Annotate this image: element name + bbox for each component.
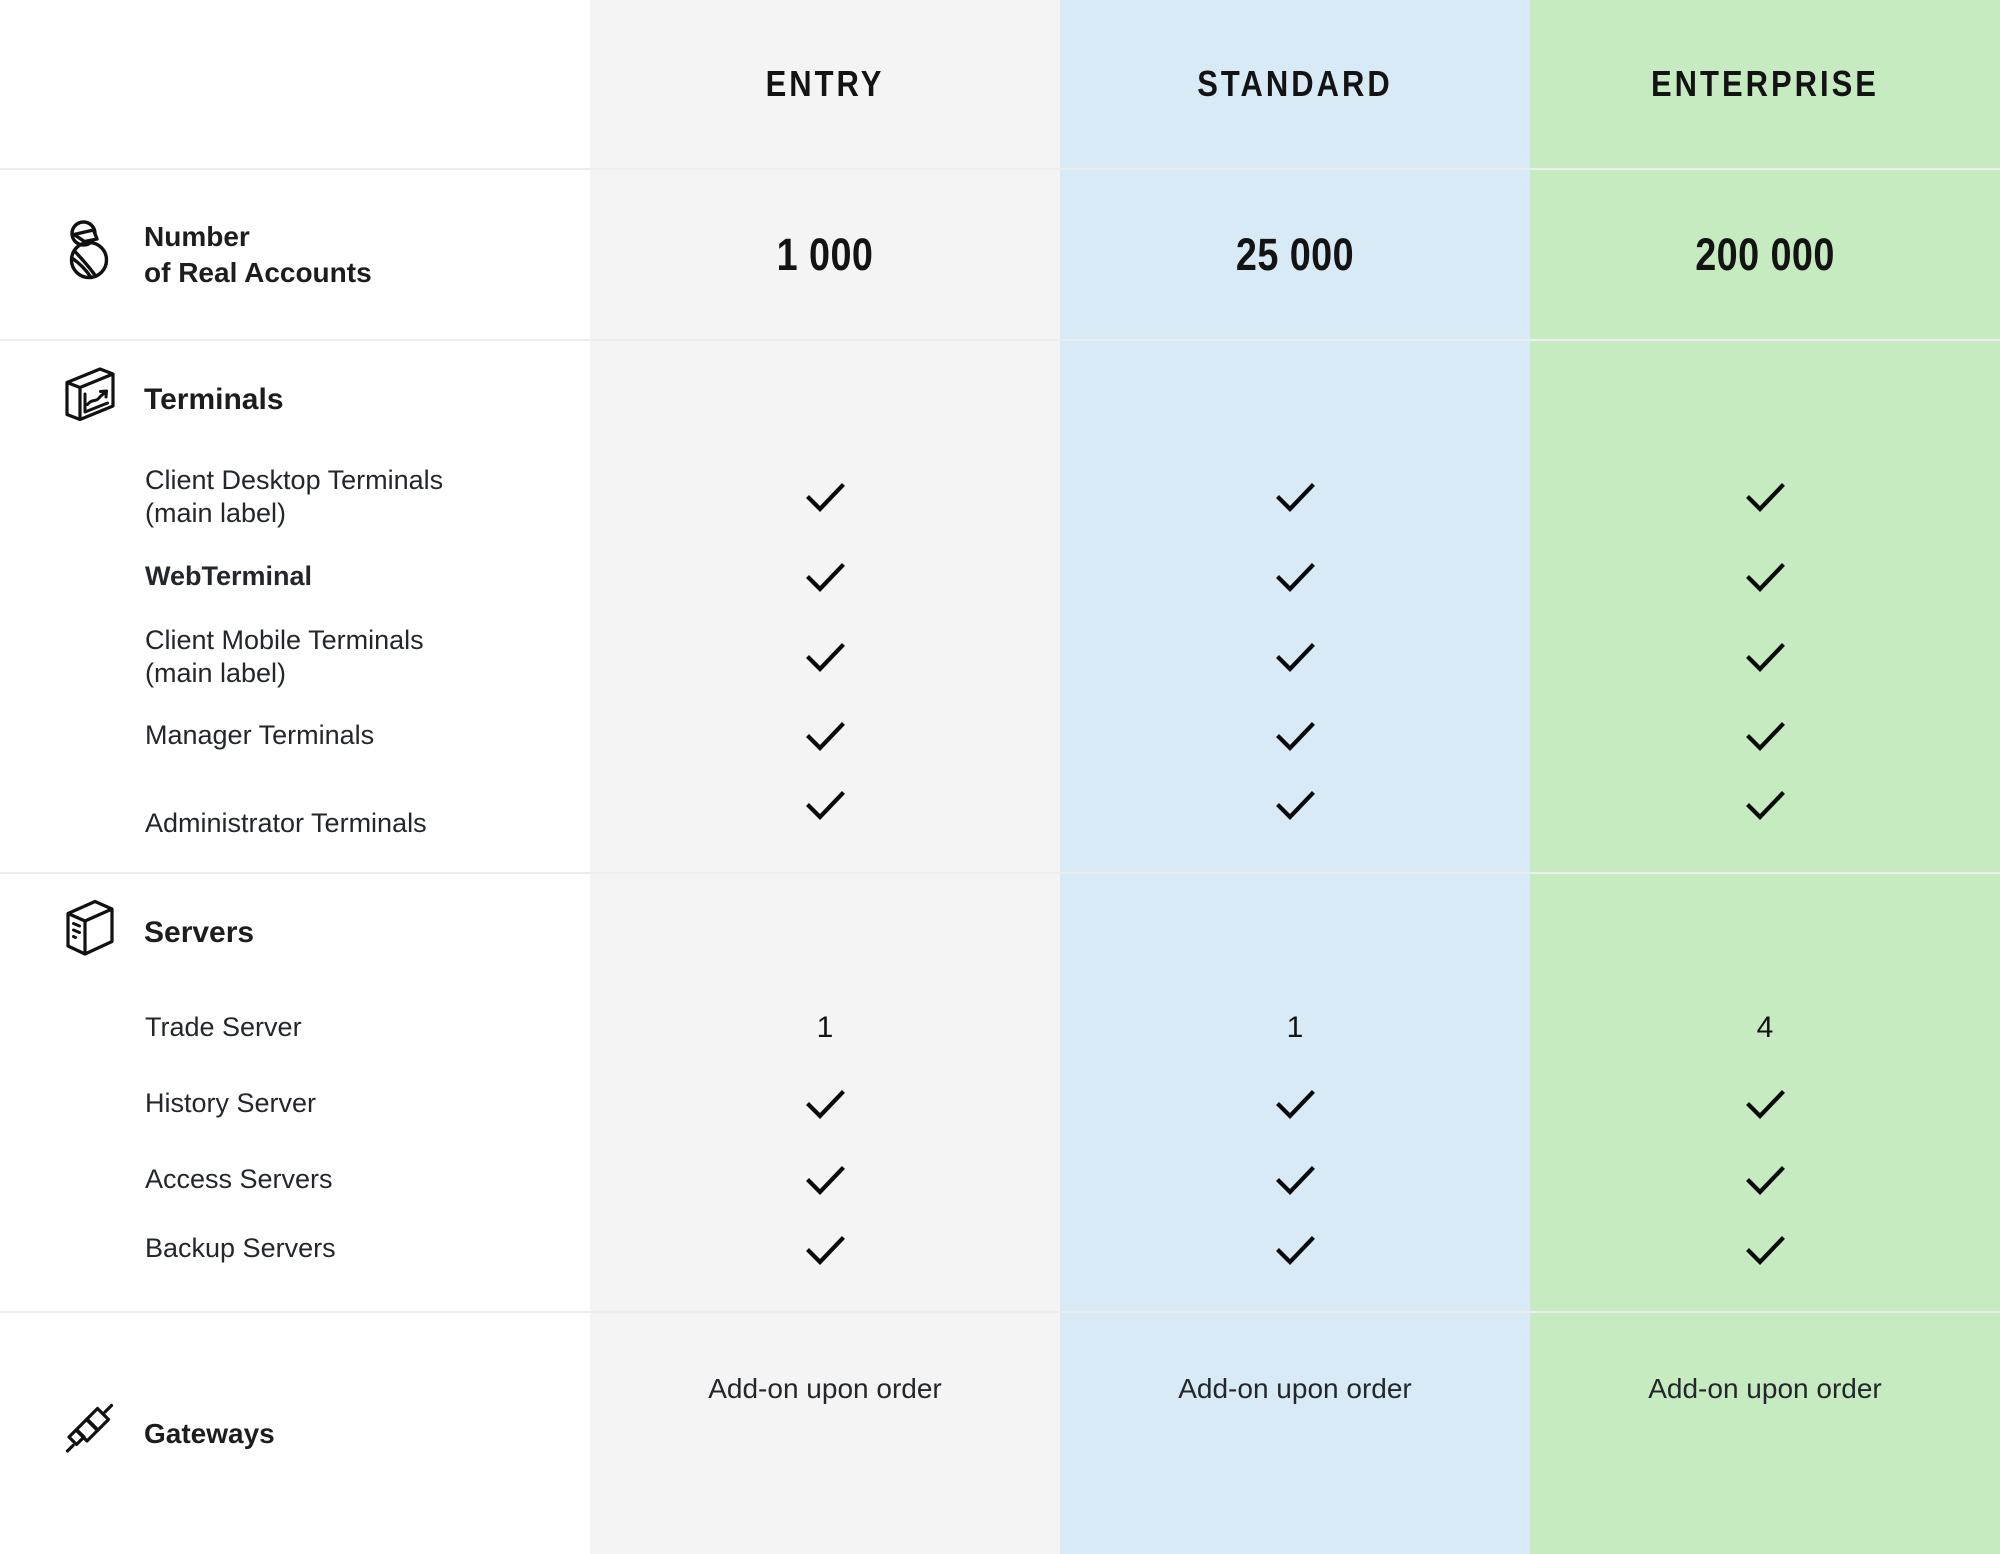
cell-webterminal-entry — [590, 537, 1060, 617]
cell-client-mobile-terminals-entry — [590, 617, 1060, 697]
cell-history-server-entry — [590, 1066, 1060, 1142]
table-row: History Server — [0, 1066, 2000, 1142]
table-row: Trade Server 1 1 4 — [0, 990, 2000, 1066]
group-header-spacer-entry — [590, 874, 1060, 990]
cell-trade-server-enterprise: 4 — [1756, 1011, 1774, 1044]
feature-label-number-of-real-accounts: Number of Real Accounts — [0, 170, 590, 339]
group-header-spacer-enterprise — [1530, 341, 2000, 457]
account-icon — [62, 220, 118, 289]
value-accounts-entry: 1 000 — [776, 228, 874, 280]
cell-client-desktop-terminals-entry — [590, 457, 1060, 537]
feature-title-text: Gateways — [144, 1417, 275, 1449]
cell-administrator-terminals-enterprise — [1530, 775, 2000, 872]
group-header-servers: Servers — [0, 872, 2000, 990]
cell-client-desktop-terminals-standard — [1060, 457, 1530, 537]
row-label-backup-servers: Backup Servers — [145, 1233, 336, 1263]
cell-manager-terminals-standard — [1060, 697, 1530, 775]
terminal-window-icon — [62, 365, 118, 433]
cell-backup-servers-enterprise — [1530, 1218, 2000, 1311]
row-label-history-server: History Server — [145, 1088, 317, 1119]
cell-access-servers-standard — [1060, 1142, 1530, 1218]
cell-webterminal-enterprise — [1530, 537, 2000, 617]
table-row: Client Mobile Terminals (main label) — [0, 617, 2000, 697]
cell-access-servers-entry — [590, 1142, 1060, 1218]
row-label-access-servers: Access Servers — [145, 1164, 333, 1195]
group-label-terminals: Terminals — [0, 341, 590, 457]
cell-administrator-terminals-standard — [1060, 775, 1530, 872]
cell-manager-terminals-enterprise — [1530, 697, 2000, 775]
cell-gateways-entry: Add-on upon order — [708, 1373, 942, 1404]
table-row: Backup Servers — [0, 1218, 2000, 1311]
value-accounts-standard: 25 000 — [1235, 228, 1355, 280]
row-label-webterminal: WebTerminal — [145, 561, 313, 592]
column-header-enterprise[interactable]: ENTERPRISE — [1563, 0, 1967, 168]
cell-client-mobile-terminals-standard — [1060, 617, 1530, 697]
group-header-terminals: Terminals — [0, 339, 2000, 457]
table-rows: ENTRY STANDARD ENTERPRISE Number of Real… — [0, 0, 2000, 1554]
cell-trade-server-entry: 1 — [816, 1011, 834, 1044]
group-title-text: Terminals — [144, 383, 284, 416]
row-label-administrator-terminals: Administrator Terminals — [145, 807, 427, 838]
cell-history-server-standard — [1060, 1066, 1530, 1142]
table-row: WebTerminal — [0, 537, 2000, 617]
cell-gateways-standard: Add-on upon order — [1178, 1373, 1412, 1404]
group-label-servers: Servers — [0, 874, 590, 990]
column-header-entry[interactable]: ENTRY — [623, 0, 1027, 168]
column-header-standard[interactable]: STANDARD — [1093, 0, 1497, 168]
cell-access-servers-enterprise — [1530, 1142, 2000, 1218]
feature-label-gateways: Gateways — [0, 1313, 590, 1554]
cell-backup-servers-standard — [1060, 1218, 1530, 1311]
group-header-spacer-enterprise — [1530, 874, 2000, 990]
group-header-spacer-standard — [1060, 874, 1530, 990]
cell-backup-servers-entry — [590, 1218, 1060, 1311]
cell-history-server-enterprise — [1530, 1066, 2000, 1142]
row-number-of-real-accounts: Number of Real Accounts 1 000 25 000 200… — [0, 168, 2000, 339]
row-label-trade-server: Trade Server — [145, 1012, 302, 1043]
row-label-manager-terminals: Manager Terminals — [145, 720, 375, 751]
server-box-icon — [62, 898, 118, 966]
table-header-row: ENTRY STANDARD ENTERPRISE — [0, 0, 2000, 168]
row-label-client-mobile-terminals: Client Mobile Terminals (main label) — [145, 624, 424, 688]
table-row: Administrator Terminals — [0, 775, 2000, 872]
table-row: Manager Terminals — [0, 697, 2000, 775]
pricing-comparison-table: ENTRY STANDARD ENTERPRISE Number of Real… — [0, 0, 2000, 1554]
cell-client-desktop-terminals-enterprise — [1530, 457, 2000, 537]
feature-title-text: Number of Real Accounts — [144, 220, 372, 288]
cell-administrator-terminals-entry — [590, 775, 1060, 872]
group-header-spacer-entry — [590, 341, 1060, 457]
table-row: Client Desktop Terminals (main label) — [0, 457, 2000, 537]
group-header-spacer-standard — [1060, 341, 1530, 457]
row-gateways: Gateways Add-on upon order Add-on upon o… — [0, 1311, 2000, 1554]
header-cell-blank — [0, 0, 590, 168]
group-title-text: Servers — [144, 916, 255, 949]
gateway-connector-icon — [62, 1399, 118, 1468]
cell-client-mobile-terminals-enterprise — [1530, 617, 2000, 697]
cell-trade-server-standard: 1 — [1286, 1011, 1304, 1044]
cell-webterminal-standard — [1060, 537, 1530, 617]
table-row: Access Servers — [0, 1142, 2000, 1218]
value-accounts-enterprise: 200 000 — [1695, 228, 1835, 280]
cell-manager-terminals-entry — [590, 697, 1060, 775]
row-label-client-desktop-terminals: Client Desktop Terminals (main label) — [145, 464, 444, 528]
cell-gateways-enterprise: Add-on upon order — [1648, 1373, 1882, 1404]
